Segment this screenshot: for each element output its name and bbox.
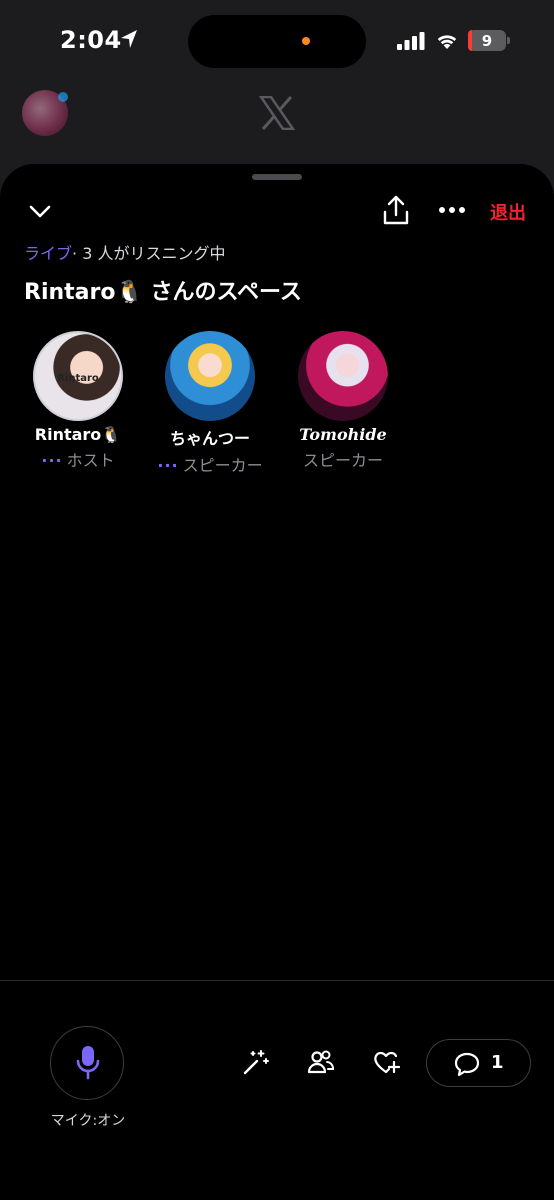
avatar[interactable]: Rintaro (33, 331, 123, 421)
sheet-grabber[interactable] (252, 174, 302, 180)
speaker-name: Tomohide (299, 425, 387, 444)
comment-count: 1 (491, 1052, 504, 1073)
wifi-icon (437, 35, 457, 49)
listener-count: · 3 人がリスニング中 (72, 244, 226, 263)
space-sheet: 退出 ライブ· 3 人がリスニング中 Rintaro🐧 さんのスペース Rint… (0, 164, 554, 1200)
role-label: ホスト (66, 451, 115, 470)
controls-divider (0, 980, 554, 981)
speaker-name: ちゃんつー (169, 429, 250, 448)
speaker-name: Rintaro🐧 (34, 425, 122, 444)
leave-button[interactable]: 退出 (490, 199, 526, 225)
mic-label: マイク:オン (50, 1113, 126, 1129)
heart-plus-icon[interactable] (372, 1048, 400, 1076)
status-time: 2:04 (60, 26, 122, 54)
live-label: ライブ (24, 244, 73, 263)
mic-button[interactable] (50, 1026, 124, 1100)
speaker-3[interactable]: Tomohide スピーカー (283, 331, 403, 471)
speaker-role: ··· スピーカー (150, 452, 270, 476)
avatar[interactable] (165, 331, 255, 421)
screen: 2:04 9 退出 ライブ· 3 人がリスニング中 Rintaro🐧 さんのスペ… (0, 0, 554, 1200)
privacy-indicator (302, 37, 310, 45)
chevron-down-icon[interactable] (28, 202, 52, 220)
battery-icon: 9 (468, 30, 506, 51)
notification-dot (58, 92, 68, 102)
share-icon[interactable] (382, 194, 410, 226)
battery-level: 9 (481, 32, 493, 50)
avatar[interactable] (298, 331, 388, 421)
comment-button[interactable]: 1 (426, 1039, 531, 1087)
dynamic-island (188, 15, 366, 68)
x-logo-icon (259, 96, 295, 130)
battery-cap (507, 37, 510, 44)
location-arrow-icon (121, 30, 137, 48)
speaker-host[interactable]: Rintaro Rintaro🐧 ··· ホスト (18, 331, 138, 471)
people-icon[interactable] (307, 1048, 335, 1076)
speaker-2[interactable]: ちゃんつー ··· スピーカー (150, 331, 270, 476)
speaker-role: スピーカー (283, 447, 403, 471)
status-bar: 2:04 9 (0, 0, 554, 84)
role-label: スピーカー (302, 451, 383, 470)
more-icon[interactable] (438, 206, 466, 214)
magic-wand-icon[interactable] (242, 1048, 270, 1076)
signal-icon (397, 32, 425, 50)
live-status: ライブ· 3 人がリスニング中 (24, 240, 225, 264)
speaking-dots: ··· (157, 456, 179, 475)
comment-icon (454, 1052, 480, 1076)
mic-icon (76, 1046, 100, 1080)
speaker-role: ··· ホスト (18, 447, 138, 471)
space-title: Rintaro🐧 さんのスペース (24, 280, 302, 305)
speaking-dots: ··· (41, 451, 63, 470)
role-label: スピーカー (182, 456, 263, 475)
